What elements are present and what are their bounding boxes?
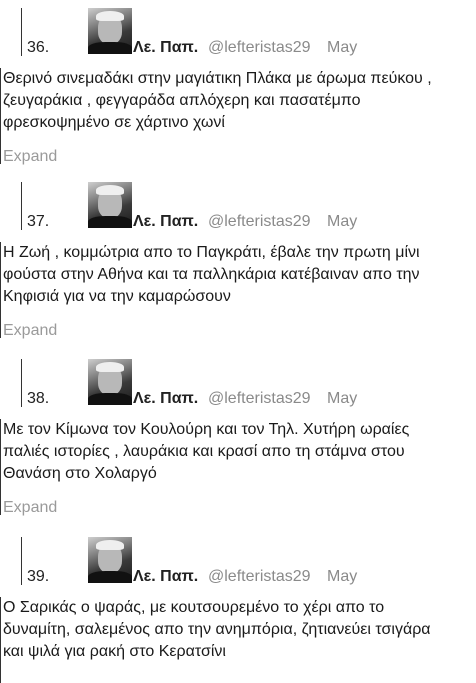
tweet-number: 36.: [27, 39, 50, 56]
tweet-body: Η Ζωή , κομμώτρια απο το Παγκράτι, έβαλε…: [0, 242, 476, 340]
divider: [21, 537, 22, 585]
tweet-number: 39.: [27, 568, 50, 585]
tweet-text-line: Κηφισιά για να την καμαρώσουν: [3, 288, 231, 305]
tweet-text-line: Θανάση στο Χολαργό: [3, 465, 157, 482]
tweet-body: Με τον Κίμωνα τον Κουλούρη και τον Τηλ. …: [0, 419, 476, 517]
tweet-text-line: Ο Σαρικάς ο ψαράς, με κουτσουρεμένο το χ…: [3, 599, 385, 616]
author-handle[interactable]: @lefteristas29: [208, 390, 311, 408]
tweet-body: Ο Σαρικάς ο ψαράς, με κουτσουρεμένο το χ…: [0, 597, 476, 683]
author-name[interactable]: Λε. Παπ.: [133, 39, 198, 57]
tweet-text-line: ζευγαράκια , φεγγαράδα απλόχερη και πασα…: [3, 92, 361, 109]
avatar[interactable]: [88, 359, 132, 405]
tweet-number: 37.: [27, 213, 50, 230]
tweet-date[interactable]: May: [327, 568, 357, 586]
avatar[interactable]: [88, 182, 132, 228]
divider: [21, 359, 22, 407]
tweet-text-line: Θερινό σινεμαδάκι στην μαγιάτικη Πλάκα μ…: [3, 70, 432, 87]
tweet-date[interactable]: May: [327, 390, 357, 408]
divider: [21, 8, 22, 56]
expand-link[interactable]: Expand: [3, 499, 57, 517]
tweet-text-line: και ψιλά για ρακή στο Κερατσίνι: [3, 643, 226, 660]
tweet-date[interactable]: May: [327, 213, 357, 231]
expand-link[interactable]: Expand: [3, 148, 57, 166]
author-handle[interactable]: @lefteristas29: [208, 39, 311, 57]
tweet-number: 38.: [27, 390, 50, 407]
tweet-body: Θερινό σινεμαδάκι στην μαγιάτικη Πλάκα μ…: [0, 68, 476, 166]
tweet-text-line: δυναμίτη, σαλεμένος απο την ανημπόρια, ζ…: [3, 621, 431, 638]
tweet-text-line: παλιές ιστορίες , λαυράκια και κρασί απο…: [3, 443, 405, 460]
author-handle[interactable]: @lefteristas29: [208, 213, 311, 231]
avatar[interactable]: [88, 8, 132, 54]
author-name[interactable]: Λε. Παπ.: [133, 568, 198, 586]
tweet-date[interactable]: May: [327, 39, 357, 57]
tweet-text-line: Με τον Κίμωνα τον Κουλούρη και τον Τηλ. …: [3, 421, 410, 438]
author-name[interactable]: Λε. Παπ.: [133, 390, 198, 408]
tweet-text-line: φούστα στην Αθήνα και τα παλληκάρια κατέ…: [3, 266, 420, 283]
divider: [21, 182, 22, 230]
expand-link[interactable]: Expand: [3, 322, 57, 340]
avatar[interactable]: [88, 537, 132, 583]
author-handle[interactable]: @lefteristas29: [208, 568, 311, 586]
tweet-text-line: Η Ζωή , κομμώτρια απο το Παγκράτι, έβαλε…: [3, 244, 420, 261]
tweet-text-line: φρεσκοψημένο σε χάρτινο χωνί: [3, 114, 225, 131]
author-name[interactable]: Λε. Παπ.: [133, 213, 198, 231]
